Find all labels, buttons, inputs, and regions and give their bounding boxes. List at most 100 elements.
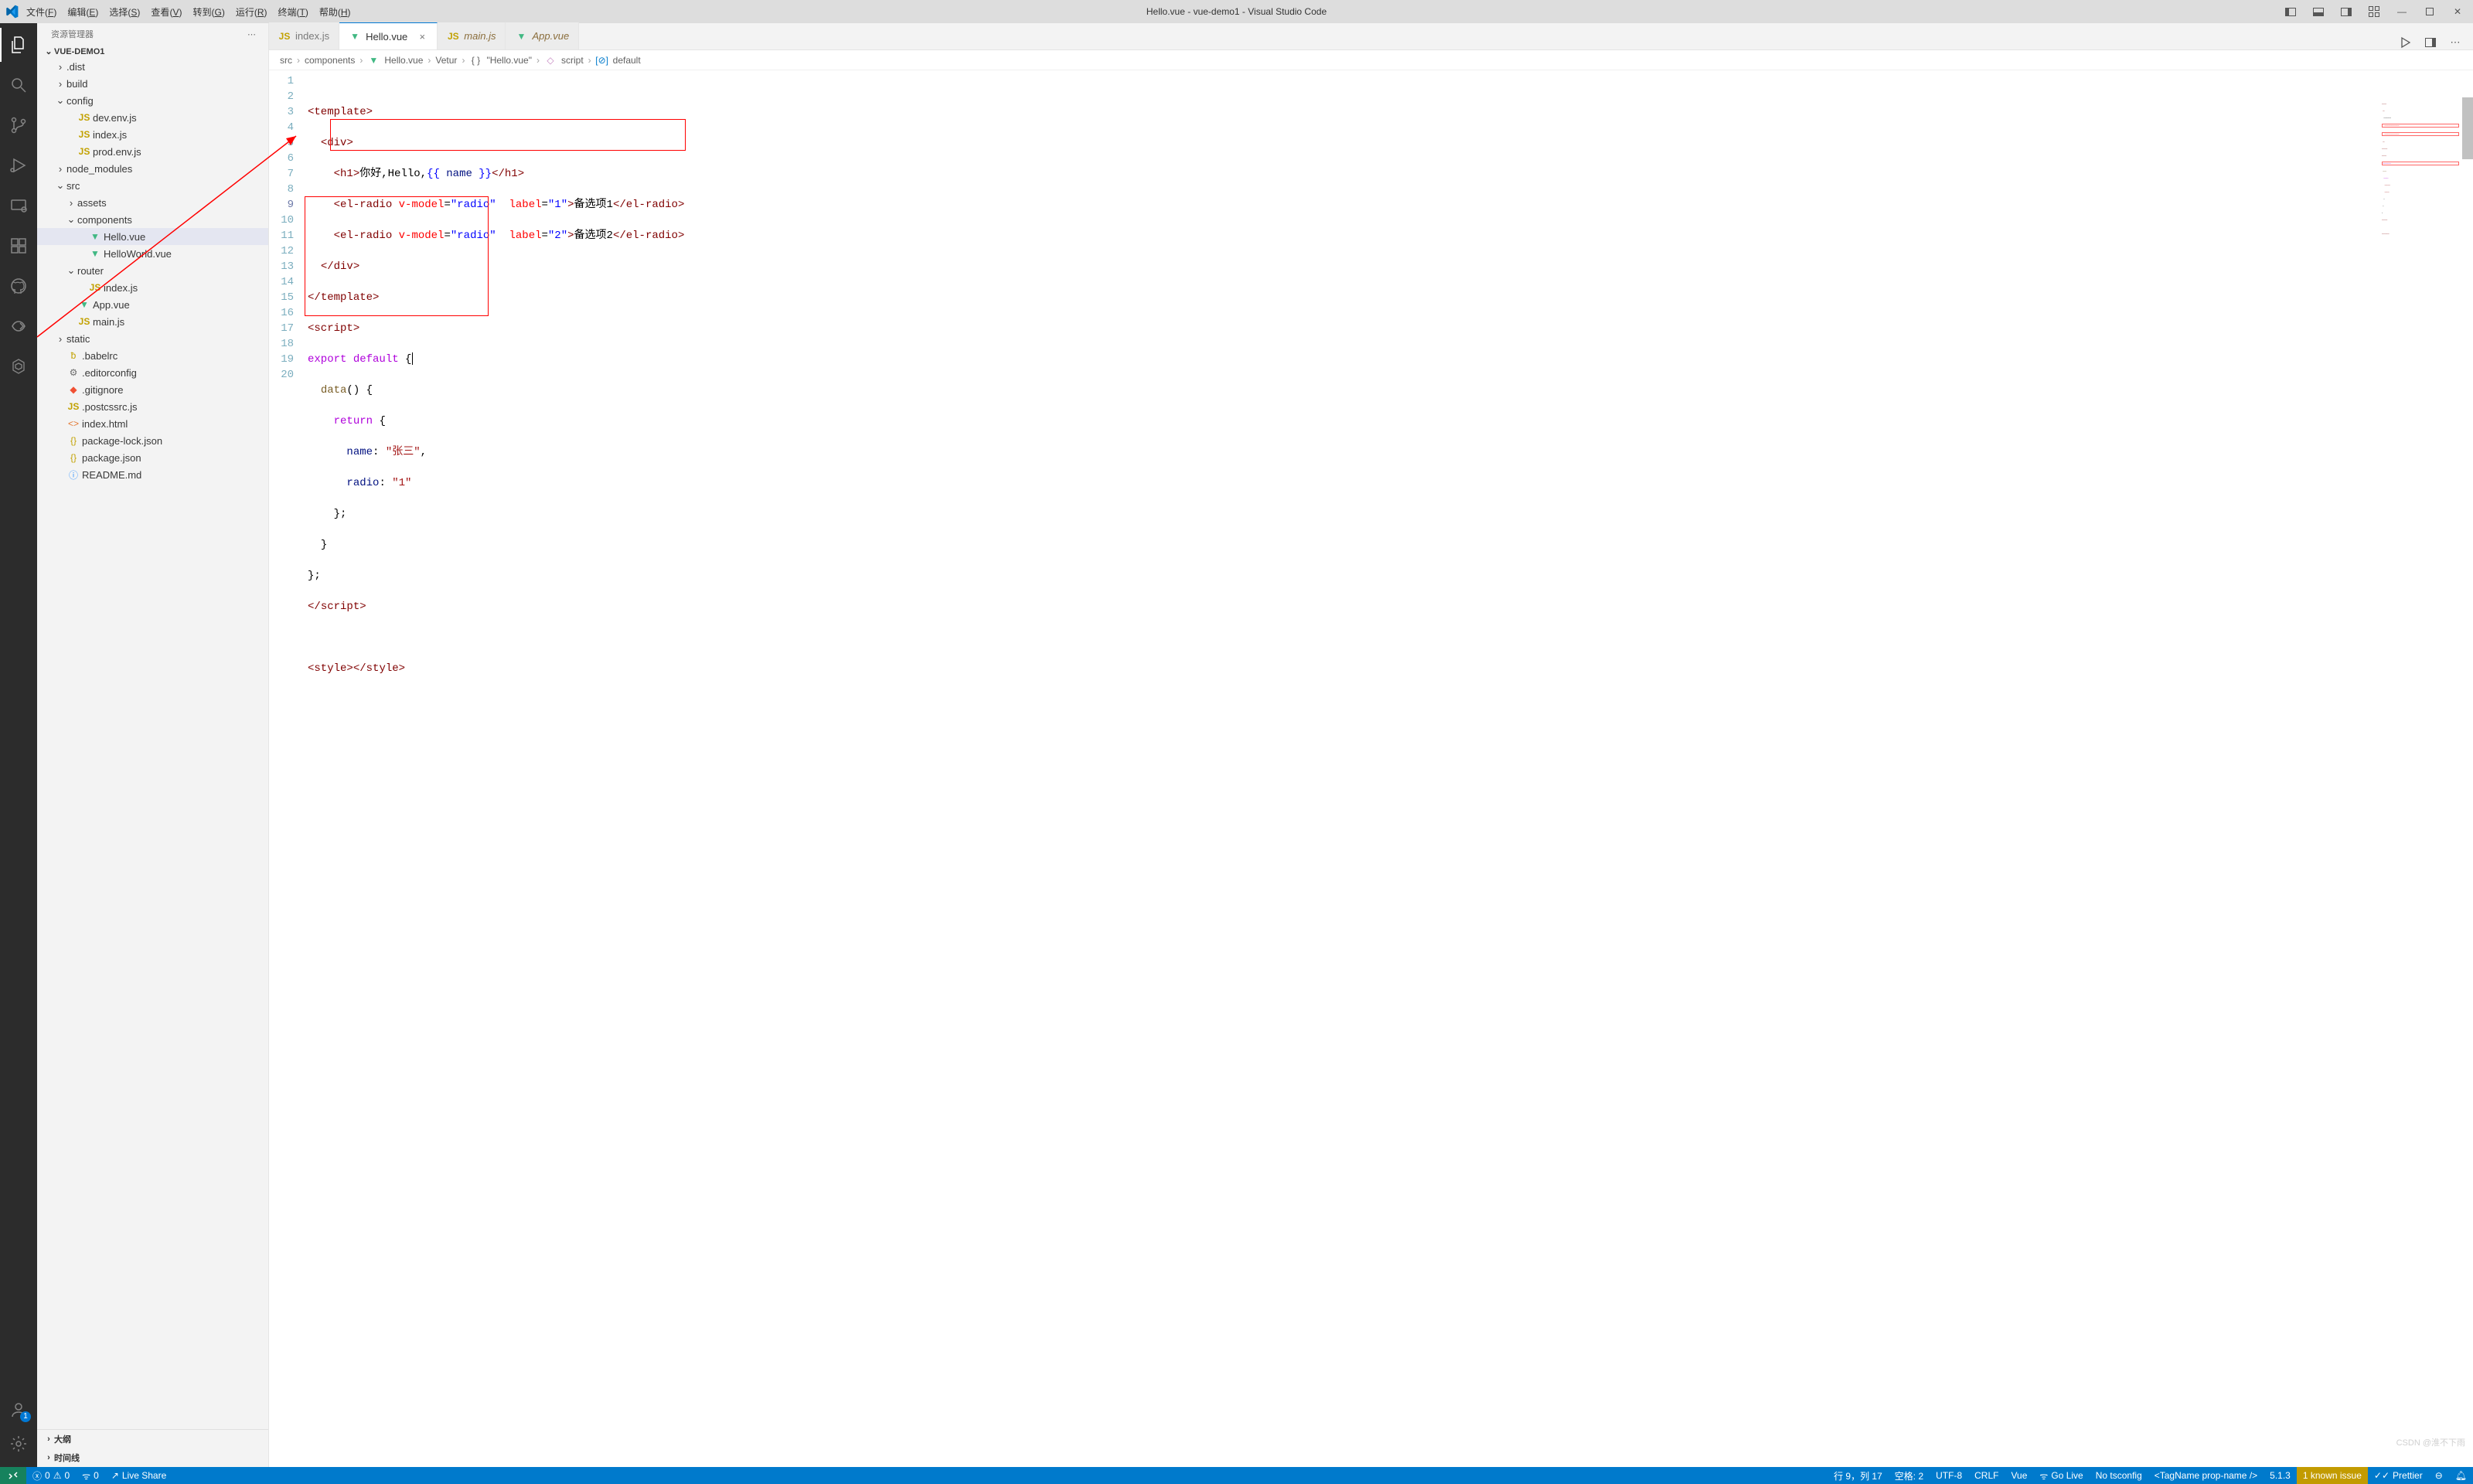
js-file-icon: JS	[88, 282, 102, 293]
tree-folder[interactable]: ›build	[37, 75, 268, 92]
activity-accounts[interactable]: 1	[0, 1393, 37, 1427]
status-encoding[interactable]: UTF-8	[1930, 1470, 1968, 1481]
antenna-icon: ᯤ	[82, 1469, 90, 1482]
tree-file[interactable]: JSmain.js	[37, 313, 268, 330]
explorer-more-icon[interactable]: ⋯	[247, 29, 257, 39]
tree-item-label: index.html	[82, 418, 128, 430]
json-file-icon: {}	[66, 435, 80, 446]
status-spaces[interactable]: 空格: 2	[1889, 1469, 1930, 1482]
tree-folder[interactable]: ›.dist	[37, 58, 268, 75]
tab-bar: JSindex.js ▼Hello.vue× JSmain.js ▼App.vu…	[269, 23, 2473, 50]
tree-file[interactable]: ⚙.editorconfig	[37, 364, 268, 381]
layout-left-icon[interactable]	[2280, 3, 2301, 20]
tree-file[interactable]: ƀ.babelrc	[37, 347, 268, 364]
tree-file[interactable]: {}package.json	[37, 449, 268, 466]
files-icon	[9, 36, 28, 54]
tab-close-icon[interactable]: ×	[417, 31, 427, 43]
status-version[interactable]: 5.1.3	[2264, 1470, 2297, 1481]
code-content[interactable]: <template> <div> <h1>你好,Hello,{{ name }}…	[308, 70, 2473, 1467]
breadcrumb[interactable]: src› components› ▼Hello.vue› Vetur› { }"…	[269, 50, 2473, 70]
status-golive[interactable]: ᯤGo Live	[2033, 1469, 2089, 1482]
feedback-icon: ⊖	[2435, 1470, 2443, 1481]
git-file-icon: ◆	[66, 384, 80, 395]
minimap[interactable]: ▬▬▬▬▬ ▬▬ ▬▬▬▬▬▬▬▬ ▬▬▬▬▬▬▬▬▬▬▬▬▬▬▬▬ ▬▬▬▬▬…	[2382, 98, 2459, 407]
tree-file[interactable]: JS.postcssrc.js	[37, 398, 268, 415]
outline-section[interactable]: ›大纲	[37, 1430, 268, 1448]
tree-file[interactable]: <>index.html	[37, 415, 268, 432]
activity-chatgpt[interactable]	[0, 349, 37, 383]
tree-file[interactable]: ◆.gitignore	[37, 381, 268, 398]
tree-folder[interactable]: ⌄config	[37, 92, 268, 109]
activity-liveshare[interactable]	[0, 309, 37, 343]
tree-file[interactable]: ▼App.vue	[37, 296, 268, 313]
menu-file[interactable]: 文件(F)	[26, 5, 56, 19]
activity-explorer[interactable]	[0, 28, 37, 62]
layout-bottom-icon[interactable]	[2308, 3, 2329, 20]
maximize-button[interactable]	[2419, 3, 2441, 20]
vue-file-icon: ▼	[367, 55, 380, 66]
tree-file[interactable]: JSindex.js	[37, 279, 268, 296]
menu-selection[interactable]: 选择(S)	[109, 5, 140, 19]
tab-index-js[interactable]: JSindex.js	[269, 22, 339, 49]
run-icon[interactable]	[2399, 36, 2413, 49]
tab-hello-vue[interactable]: ▼Hello.vue×	[339, 22, 438, 49]
editor-body[interactable]: 1234567891011121314151617181920 <templat…	[269, 70, 2473, 1467]
tree-folder[interactable]: ›node_modules	[37, 160, 268, 177]
tree-folder[interactable]: ›static	[37, 330, 268, 347]
menu-help[interactable]: 帮助(H)	[319, 5, 351, 19]
layout-right-icon[interactable]	[2335, 3, 2357, 20]
activity-remote[interactable]	[0, 189, 37, 223]
status-prettier[interactable]: ✓✓Prettier	[2368, 1470, 2429, 1481]
status-ports[interactable]: ᯤ0	[76, 1469, 105, 1482]
status-language[interactable]: Vue	[2005, 1470, 2033, 1481]
activity-search[interactable]	[0, 68, 37, 102]
js-file-icon: JS	[77, 112, 91, 123]
activity-github[interactable]	[0, 269, 37, 303]
tree-file[interactable]: ▼HelloWorld.vue	[37, 245, 268, 262]
tree-folder[interactable]: ›assets	[37, 194, 268, 211]
activity-extensions[interactable]	[0, 229, 37, 263]
tab-main-js[interactable]: JSmain.js	[438, 22, 506, 49]
info-file-icon: ⓘ	[66, 468, 80, 482]
menu-terminal[interactable]: 终端(T)	[278, 5, 308, 19]
layout-grid-icon[interactable]	[2363, 3, 2385, 20]
status-problems[interactable]: ⓧ0 ⚠0	[26, 1469, 76, 1482]
tree-file[interactable]: {}package-lock.json	[37, 432, 268, 449]
status-remote[interactable]	[0, 1467, 26, 1484]
activity-settings[interactable]	[0, 1427, 37, 1461]
tree-folder[interactable]: ⌄src	[37, 177, 268, 194]
tree-file[interactable]: ⓘREADME.md	[37, 466, 268, 483]
editor-area: JSindex.js ▼Hello.vue× JSmain.js ▼App.vu…	[269, 23, 2473, 1467]
editor-more-icon[interactable]: ⋯	[2448, 36, 2462, 49]
menu-run[interactable]: 运行(R)	[236, 5, 267, 19]
tab-app-vue[interactable]: ▼App.vue	[506, 22, 579, 49]
status-cursor[interactable]: 行 9，列 17	[1827, 1469, 1889, 1482]
tree-item-label: package-lock.json	[82, 435, 162, 447]
menu-edit[interactable]: 编辑(E)	[67, 5, 98, 19]
project-header[interactable]: ⌄VUE-DEMO1	[37, 45, 268, 58]
activity-scm[interactable]	[0, 108, 37, 142]
tree-file[interactable]: JSdev.env.js	[37, 109, 268, 126]
menu-go[interactable]: 转到(G)	[192, 5, 224, 19]
status-tsconfig[interactable]: No tsconfig	[2090, 1470, 2148, 1481]
status-tagname[interactable]: <TagName prop-name />	[2148, 1470, 2264, 1481]
status-issue[interactable]: 1 known issue	[2297, 1467, 2368, 1484]
status-liveshare[interactable]: ↗Live Share	[105, 1470, 172, 1481]
close-button[interactable]: ✕	[2447, 3, 2468, 20]
menu-view[interactable]: 查看(V)	[151, 5, 182, 19]
tree-item-label: router	[77, 265, 104, 277]
tree-file[interactable]: ▼Hello.vue	[37, 228, 268, 245]
split-editor-icon[interactable]	[2424, 36, 2437, 49]
tree-folder[interactable]: ⌄components	[37, 211, 268, 228]
vertical-scrollbar[interactable]	[2462, 97, 2473, 1467]
tree-file[interactable]: JSindex.js	[37, 126, 268, 143]
timeline-section[interactable]: ›时间线	[37, 1448, 268, 1467]
tree-file[interactable]: JSprod.env.js	[37, 143, 268, 160]
activity-debug[interactable]	[0, 148, 37, 182]
status-eol[interactable]: CRLF	[1968, 1470, 2005, 1481]
status-bell[interactable]: 🔔︎	[2449, 1470, 2473, 1481]
status-feedback[interactable]: ⊖	[2429, 1470, 2449, 1481]
tree-folder[interactable]: ⌄router	[37, 262, 268, 279]
tree-item-label: .dist	[66, 61, 85, 73]
minimize-button[interactable]: —	[2391, 3, 2413, 20]
